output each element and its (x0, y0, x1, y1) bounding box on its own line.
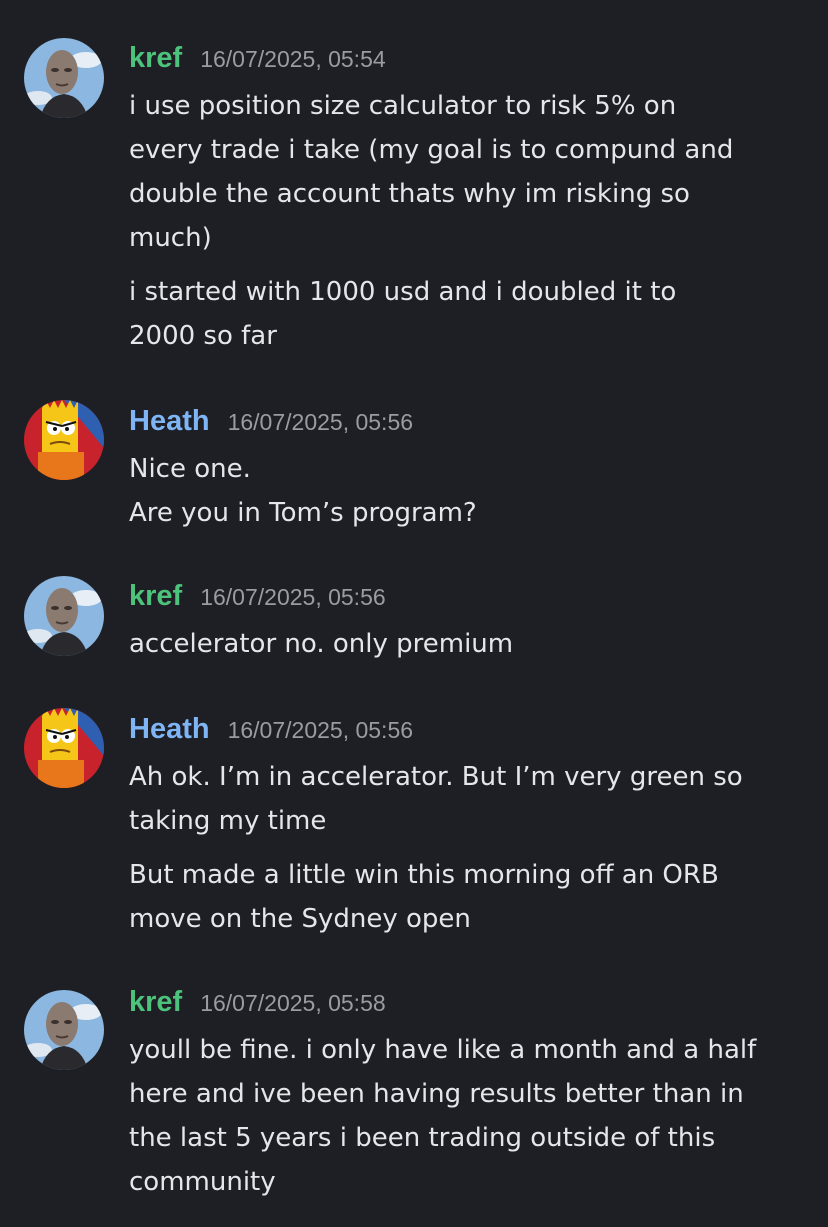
timestamp: 16/07/2025, 05:56 (227, 409, 414, 435)
avatar[interactable] (24, 38, 104, 118)
message-text: But made a little win this morning off a… (129, 860, 719, 890)
message-text: Are you in Tom’s program? (129, 498, 477, 528)
message-text: much) (129, 223, 212, 253)
alien-portrait-icon (24, 38, 104, 118)
message-text: community (129, 1167, 276, 1197)
message-text: Nice one. (129, 454, 251, 484)
bart-simpson-icon (24, 400, 104, 480)
timestamp: 16/07/2025, 05:58 (200, 990, 386, 1016)
avatar[interactable] (24, 708, 104, 788)
message-text: here and ive been having results better … (129, 1079, 744, 1109)
message-header: Heath 16/07/2025, 05:56 (129, 713, 413, 746)
alien-portrait-icon (24, 576, 104, 656)
message-text: move on the Sydney open (129, 904, 471, 934)
message-text: youll be fine. i only have like a month … (129, 1035, 757, 1065)
username[interactable]: Heath (129, 713, 210, 746)
message-text: double the account thats why im risking … (129, 179, 690, 209)
message-text: i use position size calculator to risk 5… (129, 91, 677, 121)
message-text: every trade i take (my goal is to compun… (129, 135, 734, 165)
message-text: i started with 1000 usd and i doubled it… (129, 277, 677, 307)
username[interactable]: kref (129, 986, 182, 1019)
message-header: kref 16/07/2025, 05:56 (129, 580, 386, 613)
message-header: kref 16/07/2025, 05:54 (129, 42, 386, 75)
avatar[interactable] (24, 400, 104, 480)
message-header: Heath 16/07/2025, 05:56 (129, 405, 413, 438)
message-text: taking my time (129, 806, 327, 836)
username[interactable]: Heath (129, 405, 210, 438)
timestamp: 16/07/2025, 05:56 (200, 584, 386, 610)
message-text: the last 5 years i been trading outside … (129, 1123, 716, 1153)
message-header: kref 16/07/2025, 05:58 (129, 986, 386, 1019)
message-text: 2000 so far (129, 321, 277, 351)
avatar[interactable] (24, 576, 104, 656)
message-text: Ah ok. I’m in accelerator. But I’m very … (129, 762, 743, 792)
bart-simpson-icon (24, 708, 104, 788)
timestamp: 16/07/2025, 05:54 (200, 46, 386, 72)
message-text: accelerator no. only premium (129, 629, 514, 659)
alien-portrait-icon (24, 990, 104, 1070)
timestamp: 16/07/2025, 05:56 (227, 717, 414, 743)
username[interactable]: kref (129, 580, 182, 613)
username[interactable]: kref (129, 42, 182, 75)
avatar[interactable] (24, 990, 104, 1070)
